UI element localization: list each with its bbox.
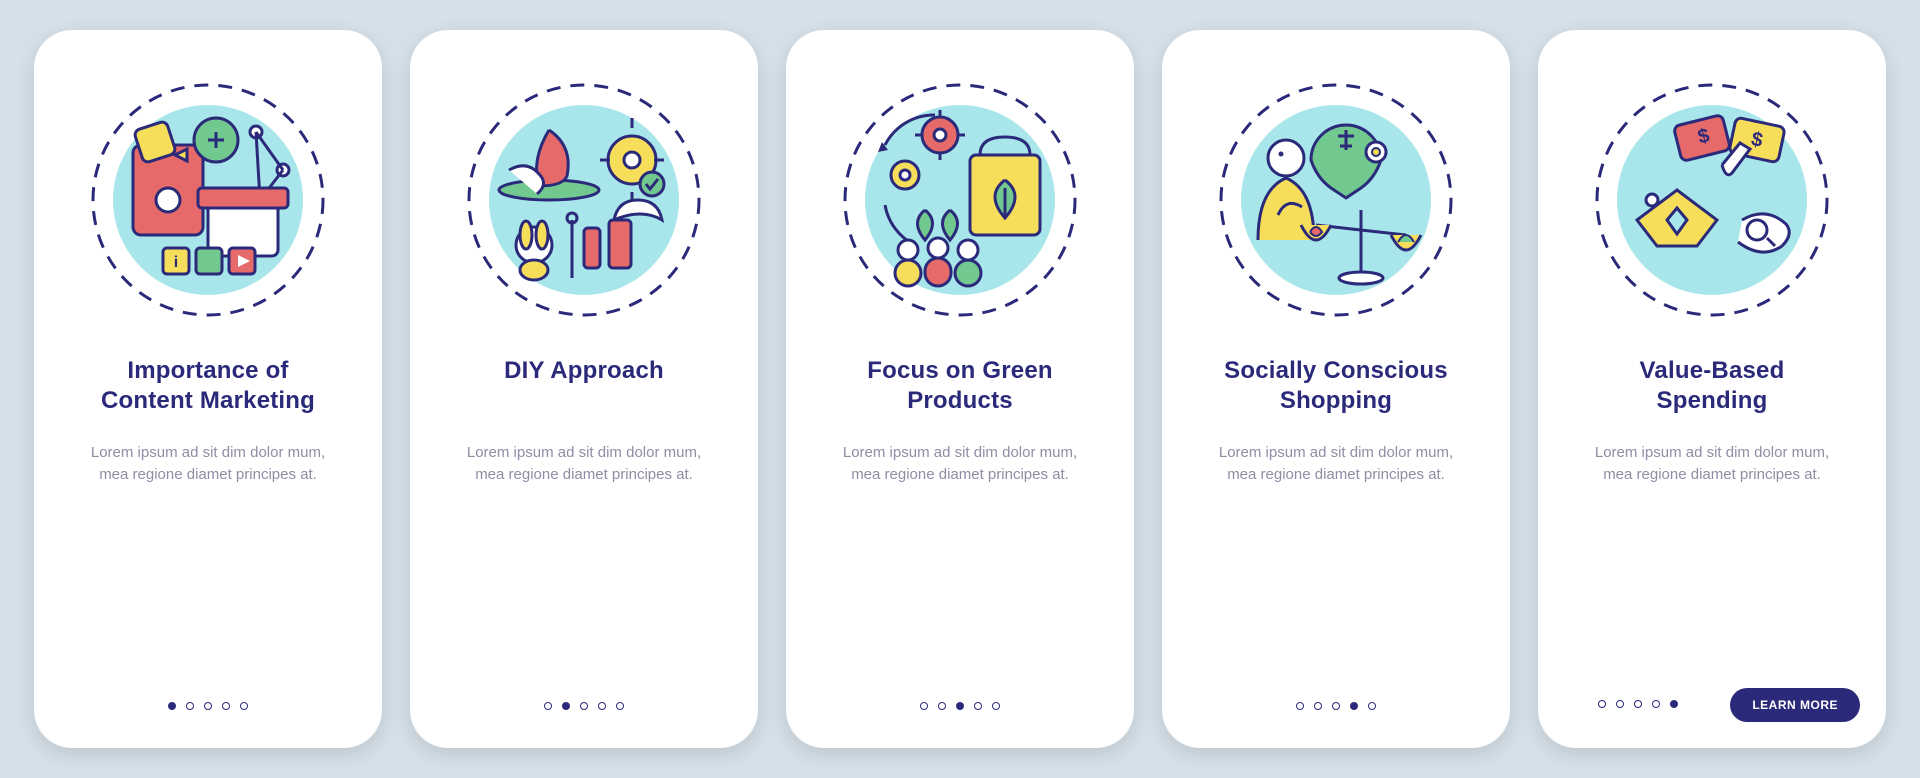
dot-2[interactable] (186, 702, 194, 710)
screen-body: Lorem ipsum ad sit dim dolor mum, mea re… (830, 442, 1090, 486)
diy-icon (454, 70, 714, 330)
screen-body: Lorem ipsum ad sit dim dolor mum, mea re… (1582, 442, 1842, 486)
screen-body: Lorem ipsum ad sit dim dolor mum, mea re… (78, 442, 338, 486)
screen-body: Lorem ipsum ad sit dim dolor mum, mea re… (454, 442, 714, 486)
dot-4[interactable] (598, 702, 606, 710)
onboarding-screen-2: DIY Approach Lorem ipsum ad sit dim dolo… (410, 30, 758, 748)
screen-title: DIY Approach (504, 356, 664, 418)
dot-1[interactable] (168, 702, 176, 710)
dot-5[interactable] (616, 702, 624, 710)
dot-2[interactable] (938, 702, 946, 710)
dot-3[interactable] (580, 702, 588, 710)
dot-3[interactable] (204, 702, 212, 710)
onboarding-screen-4: Socially Conscious Shopping Lorem ipsum … (1162, 30, 1510, 748)
dot-5[interactable] (1670, 700, 1678, 708)
screen-title: Socially Conscious Shopping (1224, 356, 1448, 418)
dot-1[interactable] (920, 702, 928, 710)
dot-1[interactable] (544, 702, 552, 710)
onboarding-screen-3: Focus on Green Products Lorem ipsum ad s… (786, 30, 1134, 748)
pagination-dots (786, 702, 1134, 710)
dot-2[interactable] (562, 702, 570, 710)
green-products-icon (830, 70, 1090, 330)
dot-3[interactable] (956, 702, 964, 710)
dot-2[interactable] (1314, 702, 1322, 710)
socially-conscious-icon (1206, 70, 1466, 330)
dot-1[interactable] (1598, 700, 1606, 708)
dot-2[interactable] (1616, 700, 1624, 708)
screen-body: Lorem ipsum ad sit dim dolor mum, mea re… (1206, 442, 1466, 486)
pagination-dots (1568, 700, 1708, 708)
dot-3[interactable] (1634, 700, 1642, 708)
onboarding-screen-5: $ $ Value-Based Spending Lorem ipsum ad … (1538, 30, 1886, 748)
onboarding-screen-1: i Importance of Content Marketing Lorem … (34, 30, 382, 748)
svg-text:i: i (174, 254, 178, 271)
screen-title: Focus on Green Products (867, 356, 1053, 418)
dot-4[interactable] (222, 702, 230, 710)
dot-1[interactable] (1296, 702, 1304, 710)
dot-4[interactable] (974, 702, 982, 710)
value-spending-icon: $ $ (1582, 70, 1842, 330)
illustration-socially-conscious (1206, 70, 1466, 330)
pagination-dots (1162, 702, 1510, 710)
screen-title: Importance of Content Marketing (101, 356, 315, 418)
content-marketing-icon: i (78, 70, 338, 330)
illustration-diy (454, 70, 714, 330)
learn-more-button[interactable]: LEARN MORE (1730, 688, 1860, 722)
dot-4[interactable] (1652, 700, 1660, 708)
illustration-value-spending: $ $ (1582, 70, 1842, 330)
dot-5[interactable] (1368, 702, 1376, 710)
pagination-dots (410, 702, 758, 710)
screen-title: Value-Based Spending (1640, 356, 1785, 418)
illustration-content-marketing: i (78, 70, 338, 330)
dot-5[interactable] (992, 702, 1000, 710)
dot-4[interactable] (1350, 702, 1358, 710)
pagination-dots (34, 702, 382, 710)
dot-5[interactable] (240, 702, 248, 710)
illustration-green-products (830, 70, 1090, 330)
dot-3[interactable] (1332, 702, 1340, 710)
